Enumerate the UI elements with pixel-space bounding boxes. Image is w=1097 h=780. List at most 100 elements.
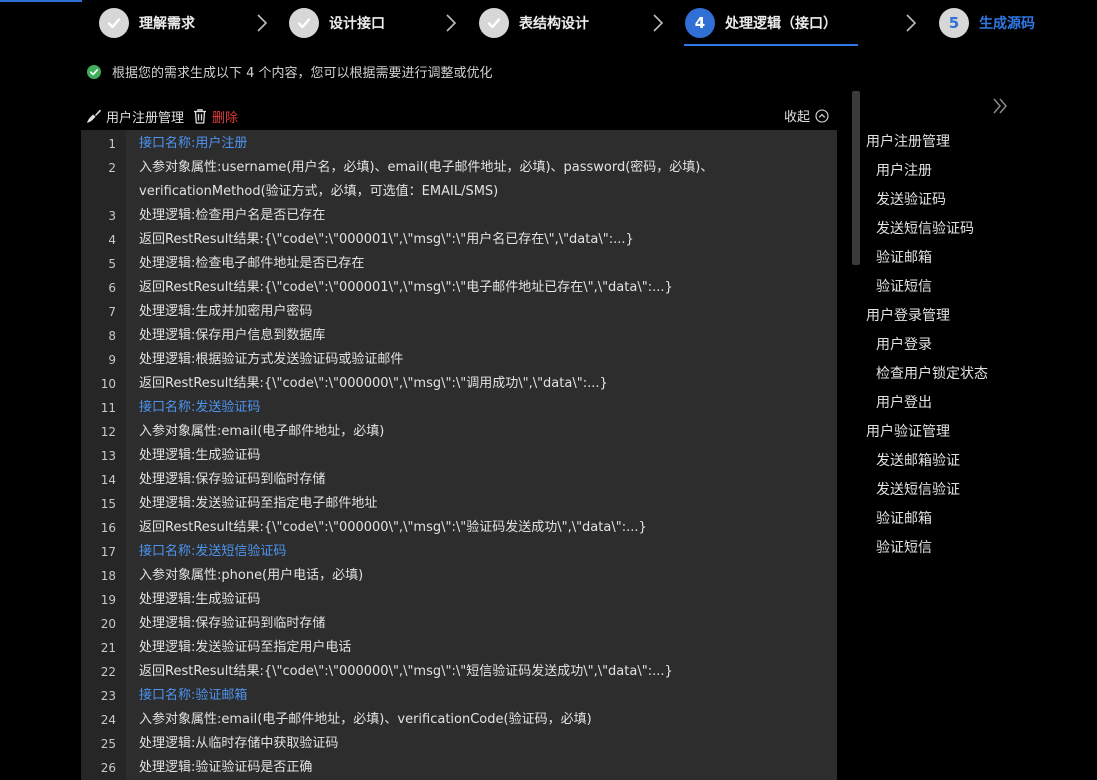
outline-item[interactable]: 验证短信 xyxy=(866,273,1097,302)
line-number: 2 xyxy=(108,161,116,175)
chevron-up-circle-icon xyxy=(815,108,829,123)
code-line[interactable]: 2 入参对象属性:username(用户名，必填)、email(电子邮件地址，必填… xyxy=(81,156,837,204)
delete-button[interactable]: 删除 xyxy=(192,107,238,126)
outline-group[interactable]: 用户登录管理 xyxy=(866,302,1097,331)
step-number: 5 xyxy=(939,8,969,38)
step-design-interface[interactable]: 设计接口 xyxy=(289,8,385,38)
outline-item[interactable]: 用户登出 xyxy=(866,389,1097,418)
step-understand-requirements[interactable]: 理解需求 xyxy=(99,8,195,38)
code-text: 处理逻辑:生成并加密用户密码 xyxy=(139,304,313,319)
code-line[interactable]: 19 处理逻辑:生成验证码 xyxy=(81,588,837,612)
check-icon xyxy=(99,8,129,38)
step-processing-logic[interactable]: 4 处理逻辑（接口） xyxy=(685,8,837,38)
code-line[interactable]: 18 入参对象属性:phone(用户电话，必填) xyxy=(81,564,837,588)
outline-item[interactable]: 发送邮箱验证 xyxy=(866,447,1097,476)
code-text: 处理逻辑:发送验证码至指定用户电话 xyxy=(139,640,352,655)
line-number: 26 xyxy=(100,761,116,775)
outline-group[interactable]: 用户注册管理 xyxy=(866,128,1097,157)
scrollbar[interactable] xyxy=(852,91,860,265)
code-line[interactable]: 24 入参对象属性:email(电子邮件地址，必填)、verificationCo… xyxy=(81,708,837,732)
line-number: 12 xyxy=(100,425,116,439)
line-number: 6 xyxy=(108,281,116,295)
outline-item[interactable]: 验证邮箱 xyxy=(866,505,1097,534)
code-lines: 1 接口名称:用户注册 2 入参对象属性:username(用户名，必填)、email… xyxy=(81,132,837,780)
step-label: 生成源码 xyxy=(979,16,1035,32)
code-line[interactable]: 12 入参对象属性:email(电子邮件地址，必填) xyxy=(81,420,837,444)
step-generate-source[interactable]: 5 生成源码 xyxy=(939,8,1035,38)
code-line[interactable]: 17 接口名称:发送短信验证码 xyxy=(81,540,837,564)
step-table-design[interactable]: 表结构设计 xyxy=(479,8,589,38)
code-line[interactable]: 1 接口名称:用户注册 xyxy=(81,132,837,156)
code-text: 返回RestResult结果:{\"code\":\"000001\",\"ms… xyxy=(139,232,634,247)
code-text: 处理逻辑:保存验证码到临时存储 xyxy=(139,472,326,487)
outline-item[interactable]: 验证短信 xyxy=(866,534,1097,563)
collapse-button[interactable]: 收起 xyxy=(784,106,829,125)
code-line[interactable]: 8 处理逻辑:保存用户信息到数据库 xyxy=(81,324,837,348)
code-text: 处理逻辑:检查电子邮件地址是否已存在 xyxy=(139,256,365,271)
line-number: 8 xyxy=(108,329,116,343)
code-line[interactable]: 10 返回RestResult结果:{\"code\":\"000000\",\"… xyxy=(81,372,837,396)
code-line[interactable]: 23 接口名称:验证邮箱 xyxy=(81,684,837,708)
code-text: 处理逻辑:根据验证方式发送验证码或验证邮件 xyxy=(139,352,404,367)
code-text: 入参对象属性:email(电子邮件地址，必填) xyxy=(139,424,385,439)
success-check-icon xyxy=(87,64,101,79)
active-step-underline xyxy=(684,44,858,46)
line-number: 22 xyxy=(100,665,116,679)
step-number: 4 xyxy=(685,8,715,38)
code-line[interactable]: 13 处理逻辑:生成验证码 xyxy=(81,444,837,468)
delete-label: 删除 xyxy=(212,110,239,126)
code-line[interactable]: 21 处理逻辑:发送验证码至指定用户电话 xyxy=(81,636,837,660)
code-line[interactable]: 15 处理逻辑:发送验证码至指定电子邮件地址 xyxy=(81,492,837,516)
code-text: 返回RestResult结果:{\"code\":\"000000\",\"ms… xyxy=(139,664,673,679)
outline-group[interactable]: 用户验证管理 xyxy=(866,418,1097,447)
code-text: 入参对象属性:phone(用户电话，必填) xyxy=(139,568,364,583)
interface-name-line: 接口名称:发送短信验证码 xyxy=(139,544,287,559)
line-number: 14 xyxy=(100,473,116,487)
code-line[interactable]: 14 处理逻辑:保存验证码到临时存储 xyxy=(81,468,837,492)
toolbar: 用户注册管理 删除 xyxy=(86,105,238,127)
outline-item[interactable]: 用户登录 xyxy=(866,331,1097,360)
outline-item[interactable]: 检查用户锁定状态 xyxy=(866,360,1097,389)
line-number: 16 xyxy=(100,521,116,535)
code-line[interactable]: 3 处理逻辑:检查用户名是否已存在 xyxy=(81,204,837,228)
outline-item[interactable]: 发送短信验证码 xyxy=(866,215,1097,244)
code-line[interactable]: 9 处理逻辑:根据验证方式发送验证码或验证邮件 xyxy=(81,348,837,372)
code-line[interactable]: 25 处理逻辑:从临时存储中获取验证码 xyxy=(81,732,837,756)
module-name[interactable]: 用户注册管理 xyxy=(106,107,184,126)
code-line[interactable]: 7 处理逻辑:生成并加密用户密码 xyxy=(81,300,837,324)
code-line[interactable]: 26 处理逻辑:验证验证码是否正确 xyxy=(81,756,837,780)
code-line[interactable]: 22 返回RestResult结果:{\"code\":\"000000\",\"… xyxy=(81,660,837,684)
line-number: 17 xyxy=(100,545,116,559)
line-number: 4 xyxy=(108,233,116,247)
line-number: 25 xyxy=(100,737,116,751)
code-text: 返回RestResult结果:{\"code\":\"000000\",\"ms… xyxy=(139,376,608,391)
double-chevron-right-icon[interactable] xyxy=(990,96,1010,116)
line-number: 19 xyxy=(100,593,116,607)
code-text: 处理逻辑:保存验证码到临时存储 xyxy=(139,616,326,631)
code-editor[interactable]: 1 接口名称:用户注册 2 入参对象属性:username(用户名，必填)、email… xyxy=(81,130,837,780)
code-line[interactable]: 11 接口名称:发送验证码 xyxy=(81,396,837,420)
line-number: 15 xyxy=(100,497,116,511)
line-number: 21 xyxy=(100,641,116,655)
line-number: 1 xyxy=(108,137,116,151)
outline-item[interactable]: 验证邮箱 xyxy=(866,244,1097,273)
code-text: 处理逻辑:生成验证码 xyxy=(139,592,261,607)
line-number: 9 xyxy=(108,353,116,367)
code-line[interactable]: 5 处理逻辑:检查电子邮件地址是否已存在 xyxy=(81,252,837,276)
status-text: 根据您的需求生成以下 4 个内容，您可以根据需要进行调整或优化 xyxy=(112,66,493,81)
interface-name-line: 接口名称:发送验证码 xyxy=(139,400,261,415)
outline-item[interactable]: 发送验证码 xyxy=(866,186,1097,215)
code-line[interactable]: 16 返回RestResult结果:{\"code\":\"000000\",\"… xyxy=(81,516,837,540)
code-text: 返回RestResult结果:{\"code\":\"000001\",\"ms… xyxy=(139,280,673,295)
line-number: 11 xyxy=(100,401,116,415)
code-text: 返回RestResult结果:{\"code\":\"000000\",\"ms… xyxy=(139,520,647,535)
line-number: 23 xyxy=(100,689,116,703)
outline-item[interactable]: 发送短信验证 xyxy=(866,476,1097,505)
outline-sidebar: 用户注册管理 用户注册 发送验证码 发送短信验证码 验证邮箱 验证短信 用户登录管理 用户登录… xyxy=(866,128,1097,563)
outline-item[interactable]: 用户注册 xyxy=(866,157,1097,186)
code-line[interactable]: 20 处理逻辑:保存验证码到临时存储 xyxy=(81,612,837,636)
code-text: 处理逻辑:发送验证码至指定电子邮件地址 xyxy=(139,496,378,511)
code-line[interactable]: 4 返回RestResult结果:{\"code\":\"000001\",\"m… xyxy=(81,228,837,252)
code-text: 处理逻辑:验证验证码是否正确 xyxy=(139,760,313,775)
code-line[interactable]: 6 返回RestResult结果:{\"code\":\"000001\",\"m… xyxy=(81,276,837,300)
